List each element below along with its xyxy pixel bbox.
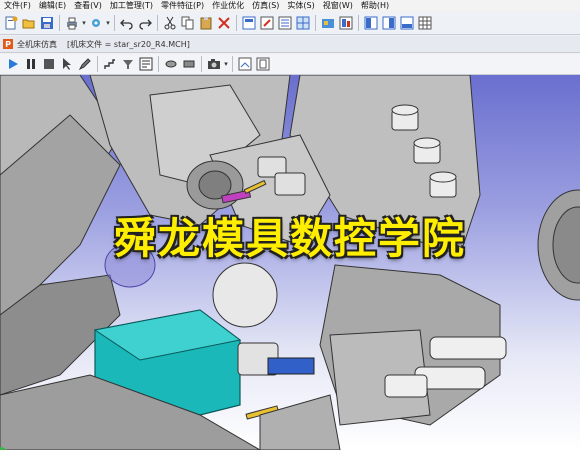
- cut-icon[interactable]: [162, 15, 178, 31]
- machine-file-label: [机床文件 = star_sr20_R4.MCH]: [67, 39, 190, 49]
- new-icon[interactable]: [3, 15, 19, 31]
- copy-icon[interactable]: [180, 15, 196, 31]
- tool-path-icon[interactable]: [120, 56, 136, 72]
- toolbar-separator: [232, 56, 233, 72]
- menu-view[interactable]: 查看(V): [70, 0, 106, 11]
- paste-icon[interactable]: [198, 15, 214, 31]
- report-icon[interactable]: [138, 56, 154, 72]
- chevron-down-icon[interactable]: ▾: [223, 60, 229, 68]
- toolbar-separator: [201, 56, 202, 72]
- menu-optimize[interactable]: 作业优化: [208, 0, 248, 11]
- menu-bar: 文件(F) 编辑(E) 查看(V) 加工管理(T) 零件特征(P) 作业优化 仿…: [0, 0, 580, 11]
- panel-icon[interactable]: [381, 15, 397, 31]
- spindle-face: [212, 262, 278, 328]
- menu-window[interactable]: 视窗(W): [319, 0, 357, 11]
- view-top-icon[interactable]: [241, 15, 257, 31]
- toolbar-separator: [158, 56, 159, 72]
- cursor-icon[interactable]: [59, 56, 75, 72]
- toolbar-separator: [358, 15, 359, 31]
- pan-icon[interactable]: [181, 56, 197, 72]
- layout-icon[interactable]: [363, 15, 379, 31]
- image-icon[interactable]: [255, 56, 271, 72]
- tool-icon[interactable]: [338, 15, 354, 31]
- undo-icon[interactable]: [119, 15, 135, 31]
- stop-icon[interactable]: [41, 56, 57, 72]
- toolbar-separator: [114, 15, 115, 31]
- edit-icon[interactable]: [259, 15, 275, 31]
- pencil-icon[interactable]: [77, 56, 93, 72]
- step-icon[interactable]: [102, 56, 118, 72]
- menu-edit[interactable]: 编辑(E): [35, 0, 70, 11]
- app-logo-icon: P: [3, 39, 13, 49]
- toolbar-separator: [97, 56, 98, 72]
- 3d-viewport[interactable]: 舜龙模具数控学院: [0, 75, 580, 450]
- machine-icon[interactable]: [320, 15, 336, 31]
- toolbar-separator: [157, 15, 158, 31]
- pause-icon[interactable]: [23, 56, 39, 72]
- toolbar-separator: [59, 15, 60, 31]
- menu-solid[interactable]: 实体(S): [283, 0, 318, 11]
- watermark-text: 舜龙模具数控学院: [113, 214, 466, 263]
- camera-icon[interactable]: [206, 56, 222, 72]
- document-tab-bar: P 全机床仿真 [机床文件 = star_sr20_R4.MCH]: [0, 36, 580, 53]
- toolbar-separator: [236, 15, 237, 31]
- menu-machining[interactable]: 加工管理(T): [106, 0, 157, 11]
- list-icon[interactable]: [277, 15, 293, 31]
- menu-part-features[interactable]: 零件特征(P): [157, 0, 208, 11]
- settings-icon[interactable]: [88, 15, 104, 31]
- chevron-down-icon[interactable]: ▾: [105, 19, 111, 27]
- menu-help[interactable]: 帮助(H): [357, 0, 393, 11]
- save-icon[interactable]: [39, 15, 55, 31]
- open-icon[interactable]: [21, 15, 37, 31]
- window-icon[interactable]: [399, 15, 415, 31]
- tab-title[interactable]: 全机床仿真: [17, 39, 57, 50]
- delete-icon[interactable]: [216, 15, 232, 31]
- play-icon[interactable]: [5, 56, 21, 72]
- chevron-down-icon[interactable]: ▾: [81, 19, 87, 27]
- table-icon[interactable]: [417, 15, 433, 31]
- copy-view-icon[interactable]: [237, 56, 253, 72]
- print-icon[interactable]: [64, 15, 80, 31]
- menu-file[interactable]: 文件(F): [0, 0, 35, 11]
- grid-icon[interactable]: [295, 15, 311, 31]
- menu-simulation[interactable]: 仿真(S): [248, 0, 283, 11]
- redo-icon[interactable]: [137, 15, 153, 31]
- toolbar-separator: [315, 15, 316, 31]
- rotate-icon[interactable]: [163, 56, 179, 72]
- simulation-toolbar: ▾: [0, 54, 580, 75]
- main-toolbar: ▾ ▾: [0, 12, 580, 35]
- tool-blue: [267, 357, 315, 375]
